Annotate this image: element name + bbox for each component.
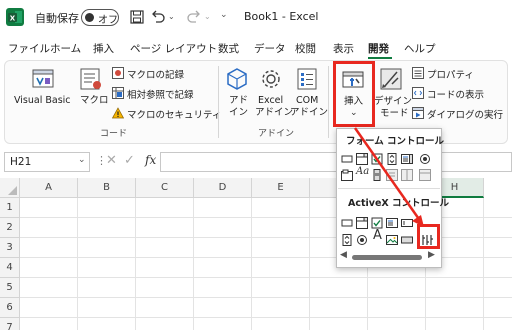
excel-window: X 自動保存 オフ ⌄ ⌄ ⌄ Book1 - Excel ファイル ホーム 挿… — [0, 0, 512, 330]
annotation-arrow — [353, 127, 424, 227]
